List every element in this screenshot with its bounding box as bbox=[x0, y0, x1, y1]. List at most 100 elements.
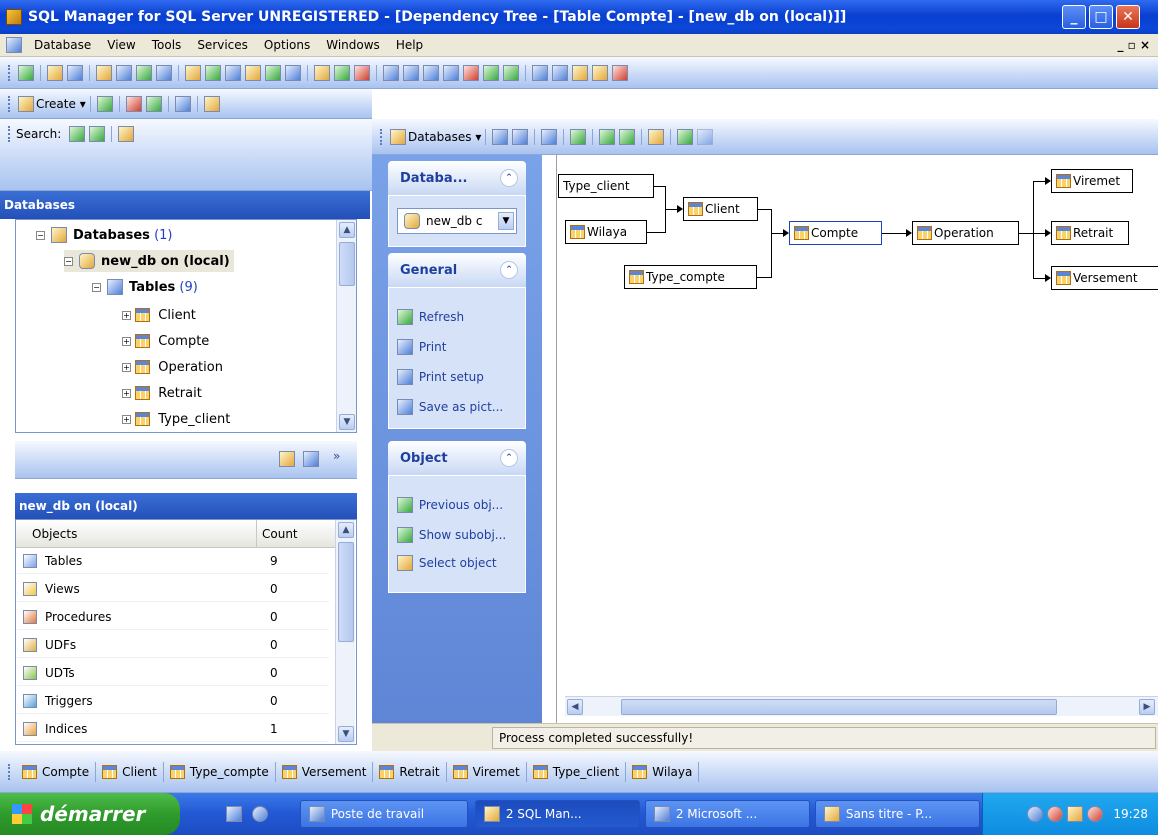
save-picture-icon[interactable] bbox=[541, 128, 558, 145]
menu-options[interactable]: Options bbox=[264, 38, 310, 52]
object-row[interactable]: UDTs 0 bbox=[17, 660, 329, 686]
window-tab[interactable]: Versement bbox=[276, 761, 374, 782]
collapse-icon[interactable]: − bbox=[92, 282, 101, 292]
collapse-chevron-icon[interactable]: ⌃ bbox=[500, 261, 518, 279]
search-prev-icon[interactable] bbox=[69, 126, 86, 142]
previous-object-icon[interactable] bbox=[599, 128, 616, 145]
expand-icon[interactable]: + bbox=[122, 310, 131, 320]
query-icon[interactable] bbox=[205, 64, 221, 81]
forward-icon[interactable] bbox=[503, 64, 519, 81]
tp-print-setup[interactable]: Print setup bbox=[395, 366, 484, 388]
tree-table-compte[interactable]: + Compte bbox=[122, 330, 209, 352]
database-tree[interactable]: − Databases (1) − new_db on (local) − Ta… bbox=[15, 219, 357, 433]
properties-icon[interactable] bbox=[67, 64, 83, 81]
debugger-icon[interactable] bbox=[354, 64, 370, 81]
collapse-chevron-icon[interactable]: ⌃ bbox=[500, 449, 518, 467]
window-tab[interactable]: Type_compte bbox=[164, 761, 276, 782]
collapse-icon[interactable]: − bbox=[36, 230, 45, 240]
task-microsoft[interactable]: 2 Microsoft ... bbox=[645, 800, 810, 828]
expand-icon[interactable]: + bbox=[122, 414, 131, 424]
quicklaunch-icon[interactable] bbox=[226, 806, 242, 822]
node-client[interactable]: Client bbox=[683, 197, 758, 221]
run-icon[interactable] bbox=[185, 64, 201, 81]
object-row[interactable]: UDFs 0 bbox=[17, 632, 329, 658]
close-all-icon[interactable] bbox=[463, 64, 479, 81]
scroll-right-icon[interactable]: ▶ bbox=[1139, 699, 1155, 715]
show-subobjects-icon[interactable] bbox=[677, 128, 694, 145]
window-tab[interactable]: Compte bbox=[16, 761, 97, 782]
navigator-icon[interactable] bbox=[303, 451, 319, 467]
node-viremet[interactable]: Viremet bbox=[1051, 169, 1133, 193]
scroll-up-icon[interactable]: ▲ bbox=[339, 222, 355, 238]
tp-save-picture[interactable]: Save as pict... bbox=[395, 396, 503, 418]
create-button[interactable]: Create ▾ bbox=[36, 97, 86, 111]
chart-icon[interactable] bbox=[136, 64, 152, 81]
menu-view[interactable]: View bbox=[107, 38, 135, 52]
roles-icon[interactable] bbox=[552, 64, 568, 81]
export-icon[interactable] bbox=[245, 64, 261, 81]
start-button[interactable]: démarrer bbox=[0, 793, 180, 835]
scroll-thumb[interactable] bbox=[338, 542, 354, 642]
task-sql-manager[interactable]: 2 SQL Man... bbox=[475, 800, 640, 828]
tree-view-icon[interactable] bbox=[279, 451, 295, 467]
print-icon[interactable] bbox=[492, 128, 509, 145]
search-options-icon[interactable] bbox=[118, 126, 135, 142]
dependency-diagram[interactable]: Type_client Wilaya Type_compte Client Co… bbox=[556, 155, 1158, 723]
tp-print[interactable]: Print bbox=[395, 336, 446, 358]
node-wilaya[interactable]: Wilaya bbox=[565, 220, 647, 244]
more-chevron-icon[interactable]: » bbox=[333, 449, 340, 463]
sql-script-icon[interactable] bbox=[334, 64, 350, 81]
node-versement[interactable]: Versement bbox=[1051, 266, 1158, 290]
edit-object-icon[interactable] bbox=[145, 95, 162, 112]
expand-icon[interactable]: + bbox=[122, 388, 131, 398]
minimize-all-icon[interactable] bbox=[443, 64, 459, 81]
tree-node-tables[interactable]: − Tables (9) bbox=[92, 276, 198, 298]
tp-refresh[interactable]: Refresh bbox=[395, 306, 464, 328]
extract-icon[interactable] bbox=[314, 64, 330, 81]
window-tab[interactable]: Retrait bbox=[373, 761, 447, 782]
node-type-compte[interactable]: Type_compte bbox=[624, 265, 757, 289]
table-editor-icon[interactable] bbox=[116, 64, 132, 81]
drop-icon[interactable] bbox=[125, 95, 142, 112]
menu-windows[interactable]: Windows bbox=[326, 38, 380, 52]
scroll-down-icon[interactable]: ▼ bbox=[339, 414, 355, 430]
maximize-button[interactable]: □ bbox=[1089, 5, 1113, 29]
tree-table-operation[interactable]: + Operation bbox=[122, 356, 223, 378]
close-button[interactable]: ✕ bbox=[1116, 5, 1140, 29]
db-select[interactable]: new_db c ▼ bbox=[397, 208, 517, 234]
select-object-icon[interactable] bbox=[648, 128, 665, 145]
tp-previous-object[interactable]: Previous obj... bbox=[395, 494, 503, 516]
tp-show-subobjects[interactable]: Show subobj... bbox=[395, 524, 506, 546]
compare-icon[interactable] bbox=[285, 64, 301, 81]
edit-icon[interactable] bbox=[96, 64, 112, 81]
col-objects[interactable]: Objects bbox=[32, 527, 77, 541]
node-retrait[interactable]: Retrait bbox=[1051, 221, 1129, 245]
next-object-icon[interactable] bbox=[619, 128, 636, 145]
tile-horizontal-icon[interactable] bbox=[403, 64, 419, 81]
window-tab[interactable]: Wilaya bbox=[626, 761, 700, 782]
menu-services[interactable]: Services bbox=[197, 38, 248, 52]
minimize-button[interactable]: _ bbox=[1062, 5, 1086, 29]
collapse-icon[interactable]: − bbox=[64, 256, 73, 266]
task-poste-de-travail[interactable]: Poste de travail bbox=[300, 800, 468, 828]
node-type-client[interactable]: Type_client bbox=[558, 174, 654, 198]
collapse-chevron-icon[interactable]: ⌃ bbox=[500, 169, 518, 187]
print-setup-icon[interactable] bbox=[512, 128, 529, 145]
tp-object-header[interactable]: Object ⌃ bbox=[388, 441, 526, 475]
tree-table-type-client[interactable]: + Type_client bbox=[122, 408, 230, 430]
backup-icon[interactable] bbox=[572, 64, 588, 81]
tree-node-db[interactable]: − new_db on (local) bbox=[64, 250, 234, 272]
tree-table-retrait[interactable]: + Retrait bbox=[122, 382, 202, 404]
mdi-controls[interactable]: _ ▫ × bbox=[1117, 38, 1150, 52]
report-icon[interactable] bbox=[156, 64, 172, 81]
col-count[interactable]: Count bbox=[262, 527, 298, 541]
diagram-scrollbar[interactable]: ◀ ▶ bbox=[565, 696, 1158, 716]
refresh-icon[interactable] bbox=[96, 95, 113, 112]
tp-general-header[interactable]: General ⌃ bbox=[388, 253, 526, 287]
tree-table-client[interactable]: + Client bbox=[122, 304, 196, 326]
object-row[interactable]: Views 0 bbox=[17, 576, 329, 602]
restore-icon[interactable] bbox=[592, 64, 608, 81]
menu-database[interactable]: Database bbox=[34, 38, 91, 52]
object-row[interactable]: Tables 9 bbox=[17, 548, 329, 574]
tp-select-object[interactable]: Select object bbox=[395, 552, 497, 574]
